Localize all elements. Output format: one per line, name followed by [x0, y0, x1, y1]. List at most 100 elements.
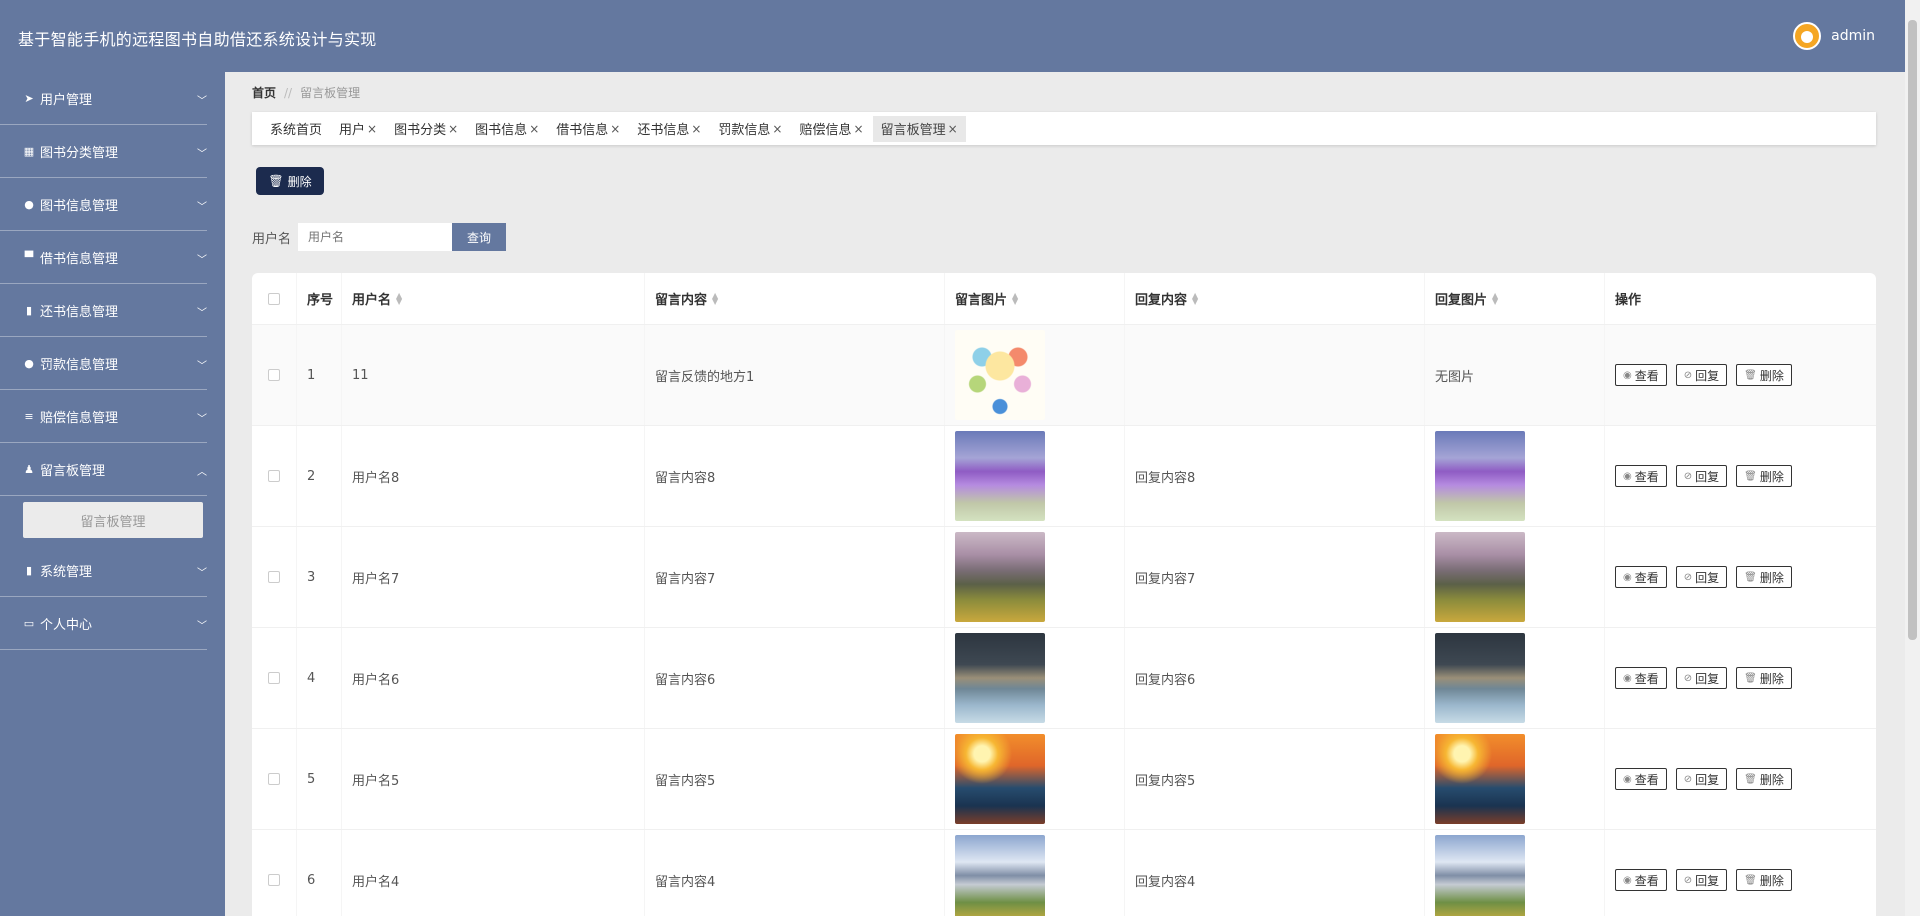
- table-row: 2 用户名8 留言内容8 回复内容8 ◉ 查看 ⊘ 回复 🗑 删除: [252, 426, 1876, 527]
- search-label: 用户名: [252, 231, 292, 247]
- message-image[interactable]: [955, 431, 1045, 521]
- tab-label: 图书信息: [475, 123, 528, 138]
- sort-icon[interactable]: ▲ ▼: [1492, 291, 1498, 305]
- reply-button[interactable]: ⊘ 回复: [1675, 768, 1728, 790]
- tab-return[interactable]: 还书信息 ×: [629, 116, 709, 142]
- sort-icon[interactable]: ▲ ▼: [1012, 291, 1018, 305]
- view-button[interactable]: ◉ 查看: [1615, 667, 1667, 689]
- view-button[interactable]: ◉ 查看: [1615, 465, 1667, 487]
- tab-label: 借书信息: [556, 123, 609, 138]
- header-message-pic[interactable]: 留言图片 ▲ ▼: [945, 273, 1125, 324]
- sidebar-item-message-board[interactable]: ♟ 留言板管理 ︿: [0, 443, 207, 496]
- row-checkbox[interactable]: [268, 470, 280, 482]
- tab-label: 图书分类: [394, 123, 447, 138]
- sidebar-item-borrow[interactable]: ▀ 借书信息管理 ﹀: [0, 231, 207, 284]
- reply-image[interactable]: [1435, 633, 1525, 723]
- check-circle-icon: ⊘: [1683, 470, 1693, 482]
- sort-icon[interactable]: ▲ ▼: [1192, 291, 1198, 305]
- tab-fine[interactable]: 罚款信息 ×: [710, 116, 790, 142]
- reply-button[interactable]: ⊘ 回复: [1675, 667, 1728, 689]
- close-icon[interactable]: ×: [448, 122, 458, 136]
- sort-icon[interactable]: ▲ ▼: [396, 291, 402, 305]
- tab-book-info[interactable]: 图书信息 ×: [467, 116, 547, 142]
- view-button[interactable]: ◉ 查看: [1615, 869, 1667, 891]
- close-icon[interactable]: ×: [948, 122, 958, 136]
- header-reply-pic[interactable]: 回复图片 ▲ ▼: [1425, 273, 1605, 324]
- reply-image[interactable]: [1435, 532, 1525, 622]
- sidebar-item-fine[interactable]: ● 罚款信息管理 ﹀: [0, 337, 207, 390]
- chevron-down-icon: ﹀: [197, 361, 207, 372]
- chevron-down-icon: ﹀: [197, 568, 207, 579]
- close-icon[interactable]: ×: [691, 122, 701, 136]
- sidebar-item-compensation[interactable]: ≡ 赔偿信息管理 ﹀: [0, 390, 207, 443]
- tab-message-board[interactable]: 留言板管理 ×: [872, 115, 966, 142]
- reply-button[interactable]: ⊘ 回复: [1675, 869, 1728, 891]
- scrollbar-thumb[interactable]: [1908, 20, 1917, 640]
- close-icon[interactable]: ×: [367, 122, 377, 136]
- sort-icon[interactable]: ▲ ▼: [712, 291, 718, 305]
- sidebar-item-label: 图书信息管理: [40, 198, 119, 214]
- batch-delete-button[interactable]: 🗑 删除: [256, 167, 324, 195]
- page-scrollbar[interactable]: [1905, 0, 1920, 916]
- reply-button[interactable]: ⊘ 回复: [1675, 465, 1728, 487]
- header-content[interactable]: 留言内容 ▲ ▼: [645, 273, 945, 324]
- tab-borrow[interactable]: 借书信息 ×: [548, 116, 628, 142]
- view-button[interactable]: ◉ 查看: [1615, 566, 1667, 588]
- view-button[interactable]: ◉ 查看: [1615, 364, 1667, 386]
- row-checkbox[interactable]: [268, 369, 280, 381]
- delete-button[interactable]: 🗑 删除: [1736, 566, 1792, 588]
- header-username[interactable]: 用户名 ▲ ▼: [342, 273, 645, 324]
- table-row: 3 用户名7 留言内容7 回复内容7 ◉ 查看 ⊘ 回复 🗑 删除: [252, 527, 1876, 628]
- sidebar-item-system[interactable]: ▮ 系统管理 ﹀: [0, 544, 207, 597]
- tab-user[interactable]: 用户 ×: [331, 116, 385, 142]
- avatar[interactable]: [1793, 22, 1822, 50]
- close-icon[interactable]: ×: [772, 122, 782, 136]
- query-button[interactable]: 查询: [452, 223, 507, 251]
- table-row: 4 用户名6 留言内容6 回复内容6 ◉ 查看 ⊘ 回复 🗑 删除: [252, 628, 1876, 729]
- message-image[interactable]: [955, 532, 1045, 622]
- sidebar-item-user[interactable]: ➤ 用户管理 ﹀: [0, 72, 207, 125]
- username[interactable]: admin: [1831, 28, 1875, 44]
- message-image[interactable]: [955, 633, 1045, 723]
- reply-image[interactable]: [1435, 734, 1525, 824]
- close-icon[interactable]: ×: [529, 122, 539, 136]
- delete-button[interactable]: 🗑 删除: [1736, 364, 1792, 386]
- delete-button[interactable]: 🗑 删除: [1736, 869, 1792, 891]
- trash-icon: 🗑: [1744, 571, 1757, 583]
- sidebar-item-book-info[interactable]: ● 图书信息管理 ﹀: [0, 178, 207, 231]
- button-label: 回复: [1695, 873, 1720, 888]
- sidebar-item-profile[interactable]: ▭ 个人中心 ﹀: [0, 597, 207, 650]
- sidebar-item-return[interactable]: ▮ 还书信息管理 ﹀: [0, 284, 207, 337]
- row-checkbox[interactable]: [268, 672, 280, 684]
- reply-image[interactable]: [1435, 835, 1525, 916]
- username-search-input[interactable]: [298, 223, 453, 251]
- user-menu[interactable]: admin: [1793, 22, 1875, 50]
- reply-image[interactable]: [1435, 431, 1525, 521]
- actions-cell: ◉ 查看 ⊘ 回复 🗑 删除: [1605, 325, 1876, 425]
- delete-button[interactable]: 🗑 删除: [1736, 667, 1792, 689]
- message-image[interactable]: [955, 734, 1045, 824]
- reply-pic-cell: [1425, 527, 1605, 627]
- delete-button[interactable]: 🗑 删除: [1736, 465, 1792, 487]
- sidebar-item-label: 图书分类管理: [40, 145, 119, 161]
- tab-compensation[interactable]: 赔偿信息 ×: [791, 116, 871, 142]
- view-button[interactable]: ◉ 查看: [1615, 768, 1667, 790]
- reply-button[interactable]: ⊘ 回复: [1675, 364, 1728, 386]
- select-all-checkbox[interactable]: [268, 292, 280, 305]
- tab-home[interactable]: 系统首页: [262, 116, 330, 142]
- tab-book-category[interactable]: 图书分类 ×: [386, 116, 466, 142]
- message-image[interactable]: [955, 330, 1045, 420]
- submenu-message-board[interactable]: 留言板管理: [23, 502, 203, 538]
- row-checkbox[interactable]: [268, 874, 280, 886]
- sidebar-item-book-category[interactable]: ▦ 图书分类管理 ﹀: [0, 125, 207, 178]
- breadcrumb-home[interactable]: 首页: [252, 86, 276, 100]
- row-checkbox[interactable]: [268, 773, 280, 785]
- reply-button[interactable]: ⊘ 回复: [1675, 566, 1728, 588]
- close-icon[interactable]: ×: [854, 122, 864, 136]
- message-image[interactable]: [955, 835, 1045, 916]
- header-reply[interactable]: 回复内容 ▲ ▼: [1125, 273, 1425, 324]
- chevron-down-icon: ﹀: [197, 202, 207, 213]
- row-checkbox[interactable]: [268, 571, 280, 583]
- delete-button[interactable]: 🗑 删除: [1736, 768, 1792, 790]
- close-icon[interactable]: ×: [610, 122, 620, 136]
